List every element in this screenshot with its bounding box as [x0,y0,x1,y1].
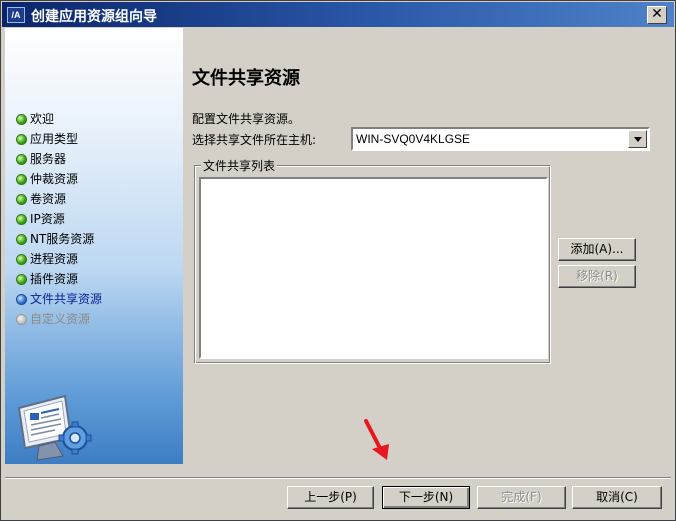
host-select[interactable]: WIN-SVQ0V4KLGSE [351,127,650,151]
step-done-icon [16,253,27,265]
step-item-arbitration: 仲裁资源 [16,169,102,189]
step-pending-icon [16,313,27,325]
footer-divider [5,477,671,479]
page-description: 配置文件共享资源。 [192,112,301,126]
step-label: 文件共享资源 [30,292,103,306]
step-label: 欢迎 [30,112,55,126]
host-select-value: WIN-SVQ0V4KLGSE [356,132,471,146]
step-item-plugin: 插件资源 [16,269,102,289]
step-done-icon [16,153,27,165]
close-button[interactable]: ✕ [647,6,667,24]
step-done-icon [16,133,27,145]
monitor-gear-icon [17,394,92,461]
step-label: 自定义资源 [30,312,91,326]
step-label: 进程资源 [30,252,79,266]
step-label: 应用类型 [30,132,79,146]
app-logo-icon: /A [7,7,25,23]
step-done-icon [16,233,27,245]
step-item-app-type: 应用类型 [16,129,102,149]
step-item-process: 进程资源 [16,249,102,269]
step-label: NT服务资源 [30,232,95,246]
step-label: 插件资源 [30,272,79,286]
step-current-icon [16,293,27,305]
step-done-icon [16,173,27,185]
step-done-icon [16,273,27,285]
step-item-ip: IP资源 [16,209,102,229]
step-label: IP资源 [30,212,65,226]
window-title: 创建应用资源组向导 [31,9,157,25]
step-label: 服务器 [30,152,67,166]
wizard-sidebar: 欢迎 应用类型 服务器 仲裁资源 卷资源 IP资源 NT服务资源 进程资源 插件… [5,28,183,464]
step-done-icon [16,113,27,125]
host-label: 选择共享文件所在主机: [192,133,317,147]
step-item-nt-service: NT服务资源 [16,229,102,249]
step-list: 欢迎 应用类型 服务器 仲裁资源 卷资源 IP资源 NT服务资源 进程资源 插件… [16,109,102,329]
step-item-welcome: 欢迎 [16,109,102,129]
step-done-icon [16,193,27,205]
step-item-file-share: 文件共享资源 [16,289,102,309]
step-item-server: 服务器 [16,149,102,169]
finish-button[interactable]: 完成(F) [477,486,566,509]
step-item-volume: 卷资源 [16,189,102,209]
step-done-icon [16,213,27,225]
wizard-window: /A 创建应用资源组向导 ✕ 欢迎 应用类型 服务器 仲裁资源 卷资源 IP资源… [0,0,676,521]
annotation-arrow-icon [364,419,389,460]
step-label: 卷资源 [30,192,67,206]
groupbox-label: 文件共享列表 [201,157,278,174]
cancel-button[interactable]: 取消(C) [572,486,662,509]
file-share-list[interactable] [199,177,548,359]
chevron-down-icon[interactable] [628,130,647,148]
prev-button[interactable]: 上一步(P) [287,486,374,509]
remove-button[interactable]: 移除(R) [558,265,636,288]
title-bar[interactable]: /A 创建应用资源组向导 ✕ [2,2,674,27]
next-button[interactable]: 下一步(N) [382,486,470,509]
add-button[interactable]: 添加(A)... [558,238,636,261]
step-item-custom: 自定义资源 [16,309,102,329]
page-title: 文件共享资源 [192,68,300,89]
step-label: 仲裁资源 [30,172,79,186]
